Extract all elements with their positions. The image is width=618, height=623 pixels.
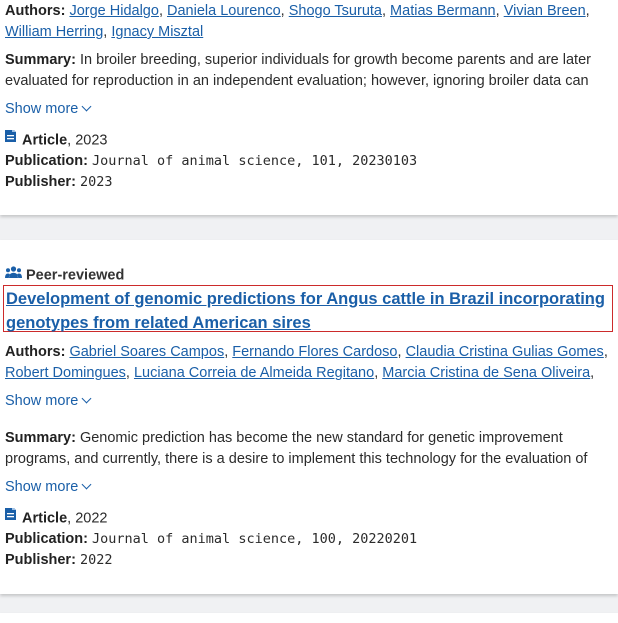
- publication-line: Publication: Journal of animal science, …: [5, 529, 614, 550]
- result-card-1: Authors: Jorge Hidalgo, Daniela Lourenco…: [0, 0, 618, 215]
- author-link[interactable]: Luciana Correia de Almeida Regitano: [134, 365, 374, 381]
- publication-value: Journal of animal science, 100, 20220201: [92, 531, 418, 547]
- show-more-label[interactable]: Show more: [5, 479, 78, 495]
- summary-label: Summary:: [5, 52, 76, 68]
- authors-label: Authors:: [5, 3, 66, 19]
- document-icon: [5, 508, 16, 527]
- type-year: , 2022: [67, 510, 108, 527]
- title-highlight-box: Development of genomic predictions for A…: [3, 285, 613, 332]
- author-link[interactable]: Marcia Cristina de Sena Oliveira: [382, 365, 590, 381]
- show-more-summary-button[interactable]: Show more: [5, 477, 614, 498]
- type-year: , 2023: [67, 132, 108, 149]
- summary-label: Summary:: [5, 430, 76, 446]
- show-more-button[interactable]: Show more: [5, 99, 614, 120]
- show-more-label[interactable]: Show more: [5, 101, 78, 117]
- title-line-2[interactable]: genotypes from related American sires: [6, 314, 311, 332]
- chevron-down-icon: [81, 479, 92, 490]
- type-line: Article, 2023: [5, 130, 614, 151]
- summary-text: Genomic prediction has become the new st…: [79, 430, 563, 446]
- summary-text: In broiler breeding, superior individual…: [79, 52, 591, 68]
- author-link[interactable]: Vivian Breen: [504, 3, 586, 19]
- publisher-line: Publisher: 2022: [5, 550, 614, 571]
- result-card-3: [0, 613, 618, 623]
- show-more-label[interactable]: Show more: [5, 393, 78, 409]
- publisher-line: Publisher: 2023: [5, 172, 614, 193]
- authors-label: Authors:: [5, 344, 66, 360]
- document-icon: [5, 130, 16, 149]
- publisher-label: Publisher:: [5, 174, 76, 190]
- author-link[interactable]: Robert Domingues: [5, 365, 126, 381]
- authors-line-2: William Herring, Ignacy Misztal: [5, 24, 204, 40]
- summary-line: Summary: In broiler breeding, superior i…: [5, 50, 614, 71]
- result-title-link[interactable]: Development of genomic predictions for A…: [6, 287, 610, 335]
- publisher-label: Publisher:: [5, 552, 76, 568]
- author-link[interactable]: William Herring: [5, 24, 103, 40]
- show-more-authors-button[interactable]: Show more: [5, 391, 614, 412]
- type-label: Article: [22, 132, 68, 149]
- result-card-2: Peer-reviewed Development of genomic pre…: [0, 240, 618, 594]
- type-label: Article: [22, 510, 68, 527]
- author-link[interactable]: Jorge Hidalgo: [69, 3, 158, 19]
- publication-label: Publication:: [5, 153, 88, 169]
- peer-reviewed-label: Peer-reviewed: [26, 267, 125, 284]
- authors-line-2: Robert Domingues, Luciana Correia de Alm…: [5, 365, 595, 381]
- publication-value: Journal of animal science, 101, 20230103: [92, 153, 418, 169]
- authors-line: Authors: Gabriel Soares Campos, Fernando…: [5, 344, 608, 360]
- author-link[interactable]: Daniela Lourenco: [167, 3, 281, 19]
- type-line: Article, 2022: [5, 508, 614, 529]
- chevron-down-icon: [81, 101, 92, 112]
- publisher-value: 2023: [79, 174, 113, 190]
- author-link[interactable]: Ignacy Misztal: [111, 24, 203, 40]
- author-link[interactable]: Claudia Cristina Gulias Gomes: [406, 344, 604, 360]
- publisher-value: 2022: [79, 552, 113, 568]
- peer-reviewed-badge: Peer-reviewed: [5, 265, 614, 286]
- summary-line-2: evaluated for reproduction in an indepen…: [5, 73, 589, 89]
- title-line-1[interactable]: Development of genomic predictions for A…: [6, 290, 605, 308]
- author-link[interactable]: Fernando Flores Cardoso: [232, 344, 397, 360]
- author-link[interactable]: Matias Bermann: [390, 3, 496, 19]
- authors-line: Authors: Jorge Hidalgo, Daniela Lourenco…: [5, 3, 590, 19]
- people-icon: [5, 265, 22, 285]
- author-link[interactable]: Shogo Tsuruta: [289, 3, 382, 19]
- author-link[interactable]: Gabriel Soares Campos: [69, 344, 224, 360]
- publication-label: Publication:: [5, 531, 88, 547]
- publication-line: Publication: Journal of animal science, …: [5, 151, 614, 172]
- chevron-down-icon: [81, 393, 92, 404]
- summary-line: Summary: Genomic prediction has become t…: [5, 428, 614, 449]
- summary-line-2: programs, and currently, there is a desi…: [5, 451, 588, 467]
